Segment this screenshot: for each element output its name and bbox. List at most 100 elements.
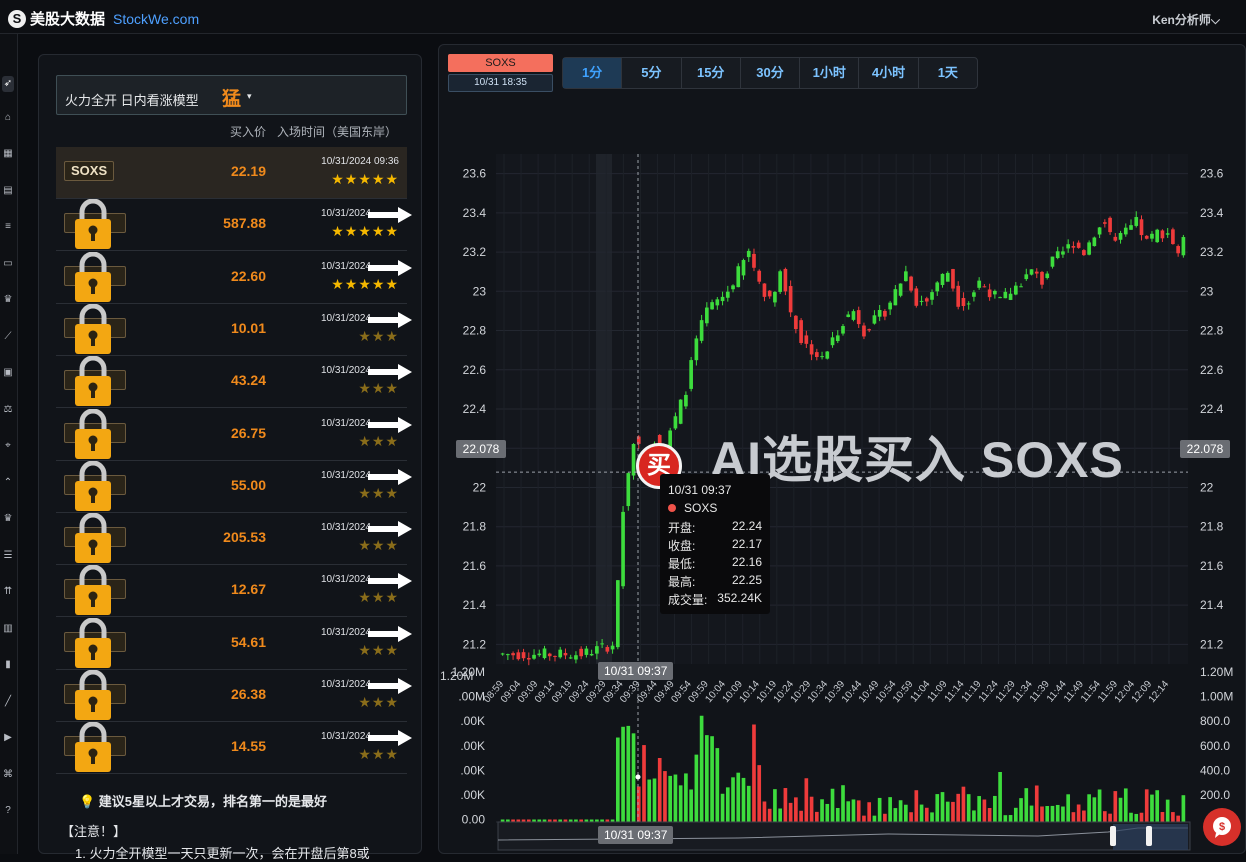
pick-row[interactable]: SOXS 22.19 10/31/2024 09:36 ★★★★★	[56, 147, 407, 199]
rating-stars: ★★★	[358, 380, 399, 397]
volume-bar	[762, 801, 767, 822]
lock-icon[interactable]	[74, 408, 112, 459]
crown-icon[interactable]: ♛	[2, 514, 14, 524]
pick-row[interactable]: 55.00 10/31/2024 ★★★	[56, 460, 412, 513]
volume-bar	[736, 772, 741, 822]
volume-tick-right: 400.0	[1200, 763, 1230, 777]
volume-bar	[694, 754, 699, 822]
volume-bar	[631, 733, 636, 822]
lock-icon[interactable]	[74, 198, 112, 250]
rocket-icon[interactable]: ➶	[2, 76, 14, 92]
volume-bar	[1165, 799, 1170, 822]
help-icon[interactable]: ?	[2, 806, 14, 816]
link-icon[interactable]: ⌘	[2, 769, 14, 780]
buy-price: 205.53	[223, 529, 266, 546]
model-select[interactable]: 火力全开 日内看涨模型 猛 ▾	[56, 75, 407, 115]
ticker-badge[interactable]: SOXS	[64, 161, 115, 181]
lock-icon[interactable]	[74, 251, 112, 302]
pick-row[interactable]: 26.75 10/31/2024 ★★★	[56, 408, 412, 461]
hierarchy-icon[interactable]: ⌖	[2, 441, 14, 451]
candle-body	[987, 289, 992, 298]
volume-bar	[888, 797, 892, 822]
price-tick-left: 23.6	[463, 167, 487, 181]
sort-icon[interactable]: ☰	[2, 550, 14, 561]
pick-row[interactable]: 12.67 10/31/2024 ★★★	[56, 564, 412, 618]
volume-bar	[993, 795, 997, 822]
pick-row[interactable]: 587.88 10/31/2024 ★★★★★	[56, 198, 412, 252]
lock-icon[interactable]	[74, 564, 112, 616]
candle-body	[856, 310, 861, 325]
crown-icon[interactable]: ♛	[2, 295, 14, 305]
chart-bar-icon[interactable]: ▤	[2, 185, 14, 196]
candle-body	[521, 652, 526, 659]
tab-timeframe[interactable]: 30分	[741, 58, 801, 88]
tab-timeframe[interactable]: 1分	[563, 58, 623, 88]
pick-row[interactable]: 54.61 10/31/2024 ★★★	[56, 617, 412, 670]
candle-body	[956, 285, 961, 307]
lock-icon[interactable]	[74, 617, 112, 668]
candle-body	[898, 283, 903, 296]
candle-body	[558, 649, 563, 658]
candle-body	[877, 310, 882, 317]
tab-timeframe[interactable]: 1小时	[800, 58, 860, 88]
pick-row[interactable]: 205.53 10/31/2024 ★★★	[56, 512, 412, 566]
entry-time: 10/31/2024	[320, 574, 371, 586]
pick-row[interactable]: 22.60 10/31/2024 ★★★★★	[56, 251, 412, 304]
candle-body	[1066, 244, 1071, 249]
volume-icon[interactable]: ▥	[2, 623, 14, 634]
lock-icon[interactable]	[74, 460, 112, 511]
pick-row[interactable]: 26.38 10/31/2024 ★★★	[56, 669, 412, 722]
candle-body	[1055, 251, 1060, 259]
tooltip-series: SOXS	[668, 501, 717, 515]
arrow-right-icon	[368, 573, 412, 590]
volume-bar	[972, 810, 976, 822]
candle-body	[794, 315, 798, 330]
lock-icon[interactable]	[74, 512, 112, 564]
robot-icon[interactable]: ⌂	[2, 112, 14, 123]
candlestick-chart[interactable]: 23.6 23.6 23.4 23.4 23.2 23.2 23 23 22.8 22.8 22.6…	[438, 140, 1246, 854]
tab-timeframe[interactable]: 1天	[919, 58, 977, 88]
line-icon[interactable]: ╱	[2, 696, 14, 707]
candle-body	[945, 272, 950, 282]
tab-timeframe[interactable]: 15分	[682, 58, 741, 88]
list-icon[interactable]: ≡	[2, 222, 14, 232]
logo-domain: StockWe.com	[113, 10, 200, 27]
stock-pick-panel: 火力全开 日内看涨模型 猛 ▾ 买入价 入场时间（美国东岸） SOXS 22.19…	[38, 54, 422, 861]
price-tick-right: 21.4	[1200, 598, 1224, 612]
table-icon[interactable]: ▭	[2, 258, 14, 269]
balance-icon[interactable]: ⚖	[2, 404, 14, 415]
candle-body	[835, 335, 840, 342]
pick-row[interactable]: 43.24 10/31/2024 ★★★	[56, 355, 412, 409]
pick-row[interactable]: 10.01 10/31/2024 ★★★	[56, 303, 412, 356]
price-tick-left: 22.4	[463, 402, 487, 416]
pick-row[interactable]: 14.55 10/31/2024 ★★★	[56, 721, 412, 775]
price-tick-right: 22.4	[1200, 402, 1224, 416]
wave-icon[interactable]: ⌃	[2, 477, 14, 488]
volume-bar	[642, 745, 646, 822]
volume-bar	[1071, 812, 1076, 822]
lock-icon[interactable]	[74, 303, 112, 354]
tab-timeframe[interactable]: 5分	[622, 58, 682, 88]
lock-icon[interactable]	[74, 669, 112, 720]
entry-time: 10/31/2024	[320, 312, 371, 324]
candle-body	[1082, 250, 1086, 256]
tab-timeframe[interactable]: 4小时	[859, 58, 919, 88]
user-menu[interactable]: Ken分析师⌵	[1152, 11, 1220, 28]
calendar-icon[interactable]: ▣	[2, 368, 14, 378]
lock-icon[interactable]	[74, 721, 112, 773]
lock-icon[interactable]	[74, 355, 112, 407]
rating-stars: ★★★	[358, 484, 399, 501]
chat-button[interactable]: $	[1203, 808, 1241, 846]
trend-line-icon[interactable]: ⟋	[2, 331, 14, 342]
bullish-icon[interactable]: ⇈	[2, 587, 14, 597]
candle-body	[731, 285, 735, 290]
navigator-time: 10/31 09:37	[598, 826, 674, 844]
site-logo[interactable]: S 美股大数据 StockWe.com	[8, 8, 199, 29]
navigator-handle-right	[1146, 826, 1152, 846]
video-icon[interactable]: ▶	[2, 733, 14, 743]
volume-tick-right: 600.0	[1200, 739, 1230, 753]
rating-stars: ★★★	[358, 432, 399, 449]
volume-bar	[1082, 810, 1086, 822]
dashboard-icon[interactable]: ▦	[2, 149, 14, 159]
candle-icon[interactable]: ▮	[2, 660, 14, 670]
